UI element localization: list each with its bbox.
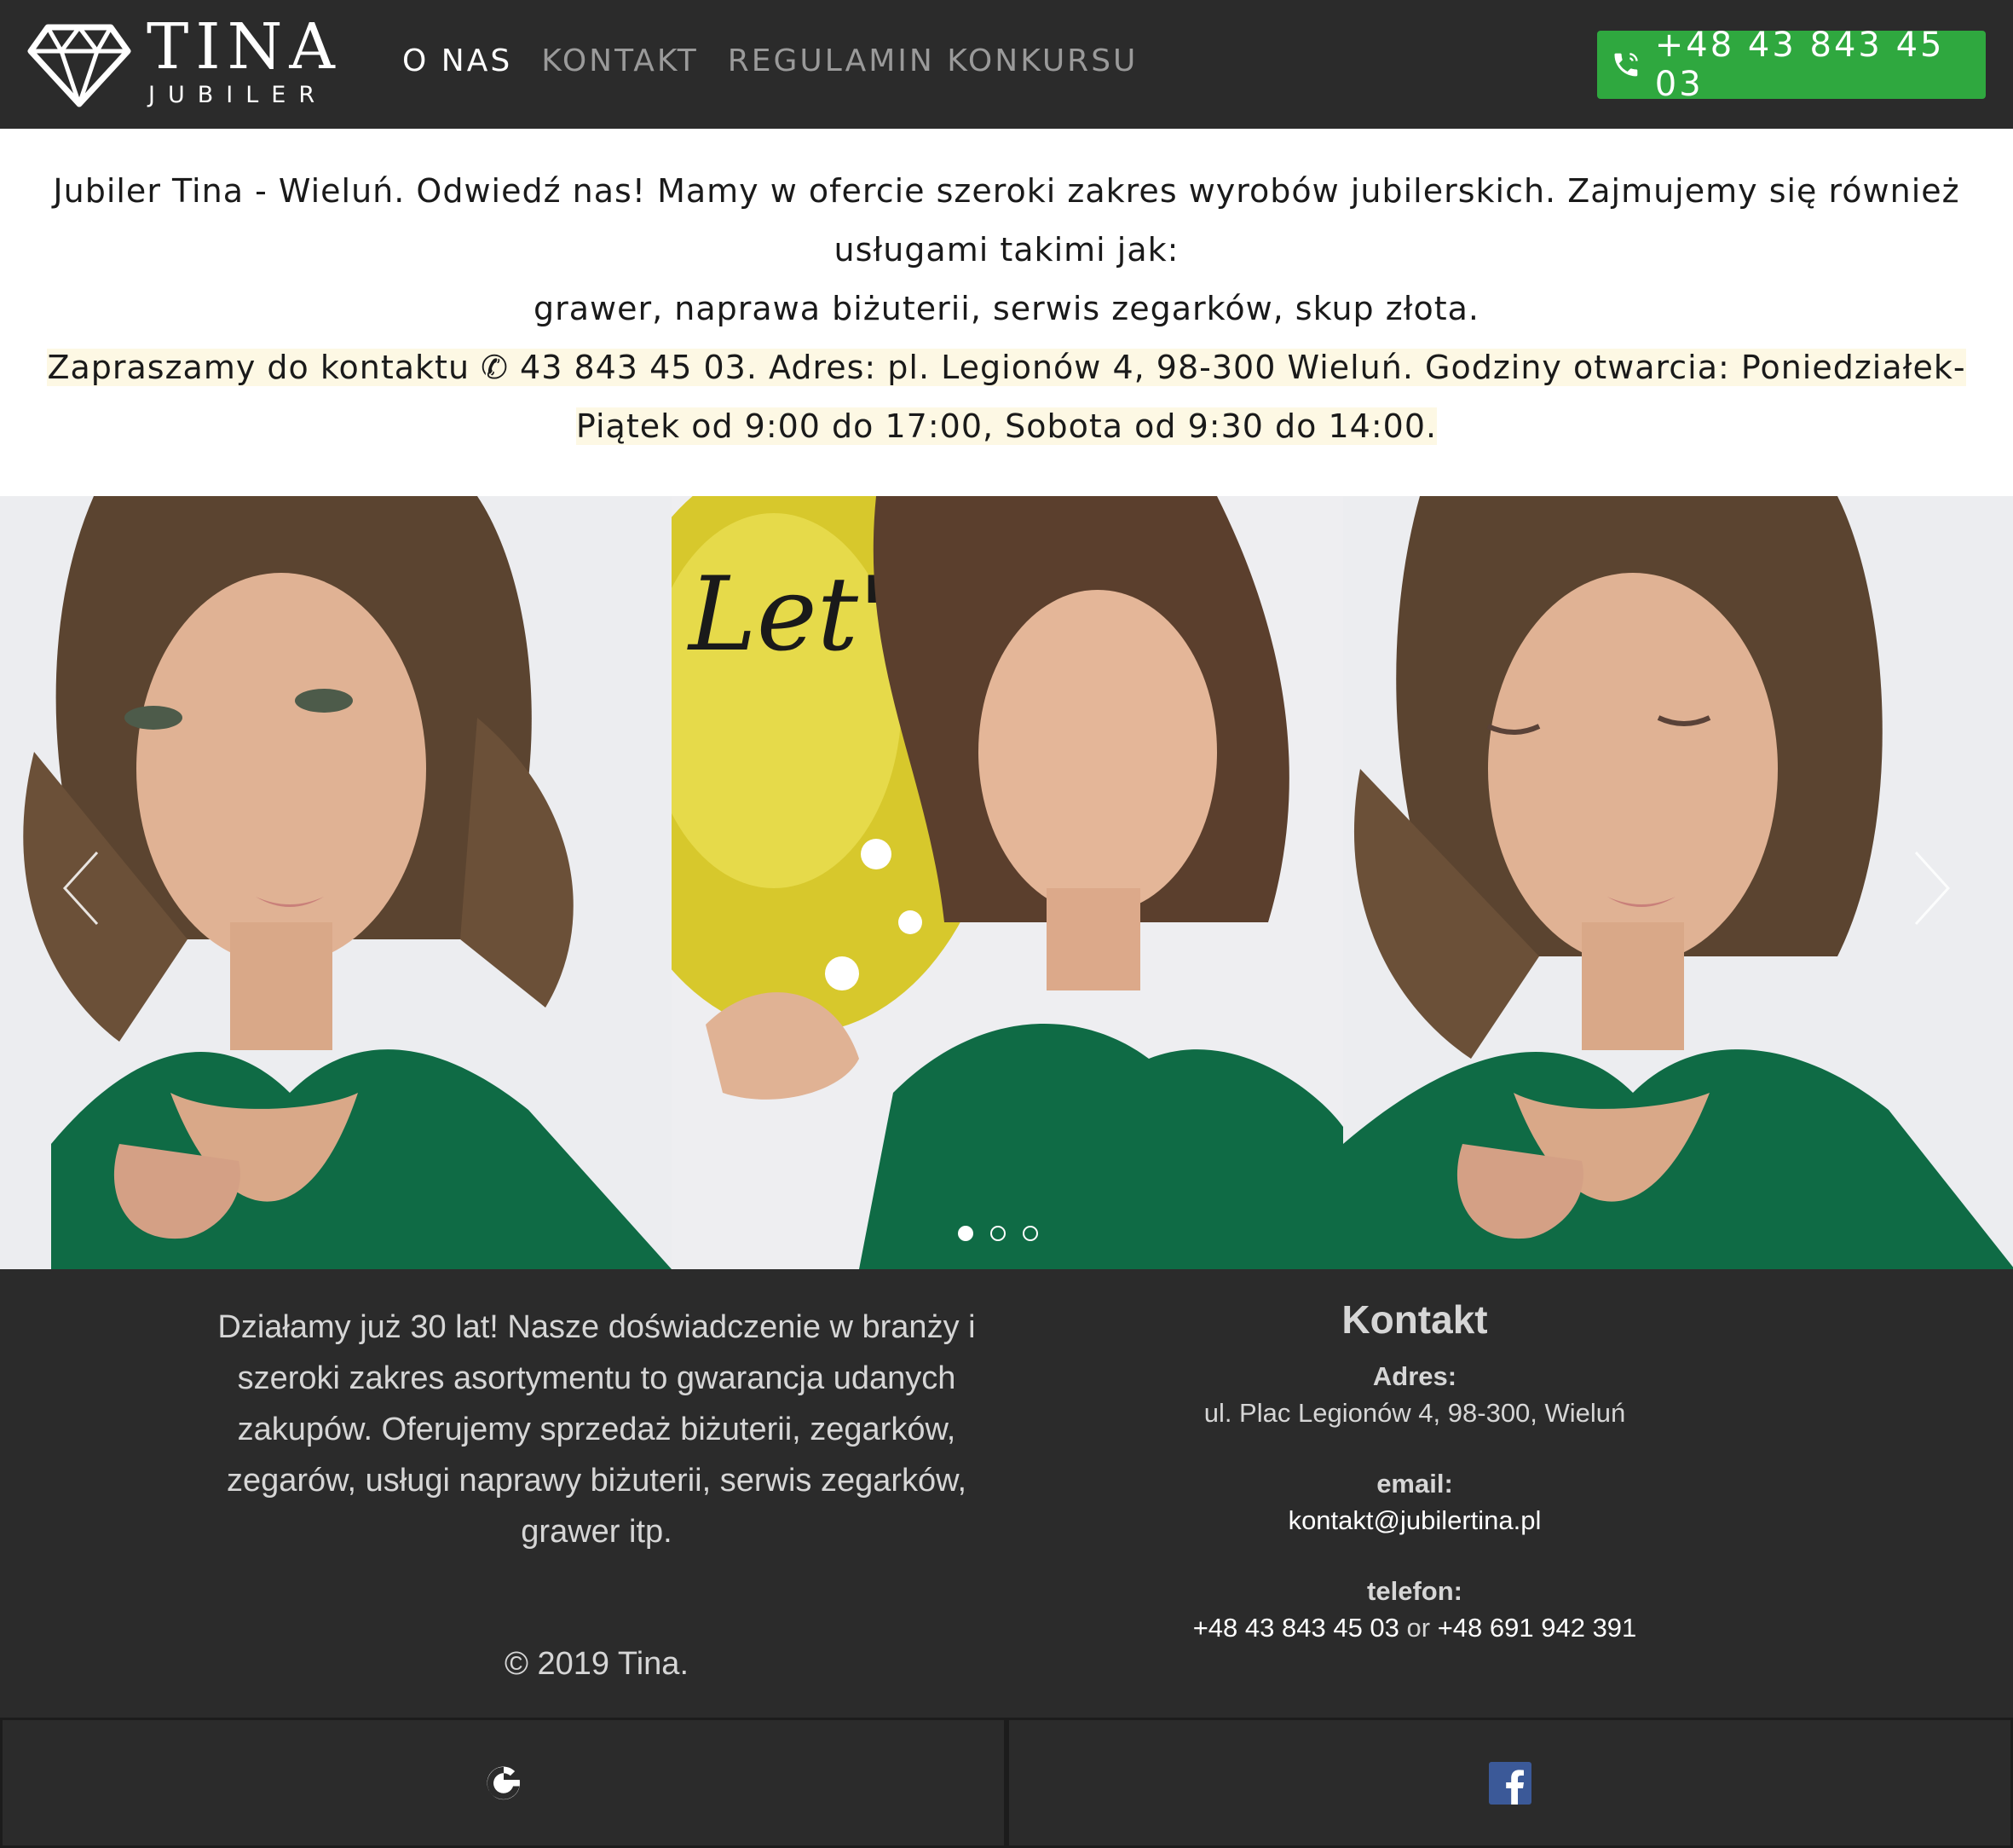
social-bar <box>0 1718 2013 1848</box>
carousel-prev-arrow[interactable] <box>56 846 107 931</box>
image-carousel[interactable]: Let's Party <box>0 496 2013 1269</box>
google-icon <box>487 1766 520 1799</box>
diamond-icon <box>27 24 131 107</box>
nav-item-o-nas[interactable]: O NAS <box>402 44 512 78</box>
balloon-photo: Let's Party <box>672 496 1343 1269</box>
copyright-text: © 2019 Tina. <box>504 1646 689 1682</box>
services-text: grawer, naprawa biżuterii, serwis zegark… <box>534 290 1479 327</box>
nav-item-regulamin-konkursu[interactable]: REGULAMIN KONKURSU <box>728 44 1139 78</box>
carousel-dot-1[interactable] <box>958 1226 973 1241</box>
facebook-icon <box>1488 1761 1531 1805</box>
site-header: TINA JUBILER O NAS KONTAKT REGULAMIN KON… <box>0 0 2013 129</box>
facebook-button[interactable] <box>1006 1718 2013 1848</box>
main-nav: O NAS KONTAKT REGULAMIN KONKURSU <box>402 44 1138 78</box>
contact-title: Kontakt <box>1341 1297 1488 1342</box>
intro-text: Jubiler Tina - Wieluń. Odwiedź nas! Mamy… <box>53 172 1960 269</box>
phone-button[interactable]: +48 43 843 45 03 <box>1597 26 1986 104</box>
contact-info-highlight: Zapraszamy do kontaktu ✆ 43 843 45 03. A… <box>47 349 1966 445</box>
phone-label: telefon: <box>1367 1576 1462 1606</box>
phone-button-label: +48 43 843 45 03 <box>1654 26 1945 104</box>
contact-block: Kontakt Adres: ul. Plac Legionów 4, 98-3… <box>1108 1296 1722 1682</box>
brand-name: TINA <box>147 10 342 84</box>
phone-or-text: or <box>1399 1613 1438 1643</box>
carousel-slide-2: Let's Party <box>672 496 1343 1269</box>
intro-section: Jubiler Tina - Wieluń. Odwiedź nas! Mamy… <box>34 162 1979 456</box>
nav-item-kontakt[interactable]: KONTAKT <box>541 44 699 78</box>
phone-icon <box>1614 53 1638 77</box>
address-value: ul. Plac Legionów 4, 98-300, Wieluń <box>1203 1398 1626 1428</box>
carousel-dot-3[interactable] <box>1023 1226 1038 1241</box>
about-text: Działamy już 30 lat! Nasze doświadczenie… <box>217 1309 976 1550</box>
email-label: email: <box>1376 1469 1453 1499</box>
carousel-next-arrow[interactable] <box>1906 846 1957 931</box>
email-link[interactable]: kontakt@jubilertina.pl <box>1289 1505 1542 1535</box>
google-button[interactable] <box>0 1718 1006 1848</box>
phone-link-1[interactable]: +48 43 843 45 03 <box>1193 1613 1399 1643</box>
address-label: Adres: <box>1372 1361 1457 1391</box>
site-footer: Działamy już 30 lat! Nasze doświadczenie… <box>0 1269 2013 1718</box>
brand-logo[interactable]: TINA JUBILER <box>27 15 341 111</box>
brand-tagline: JUBILER <box>148 82 328 108</box>
carousel-indicators <box>958 1226 1038 1241</box>
carousel-dot-2[interactable] <box>990 1226 1006 1241</box>
phone-link-2[interactable]: +48 691 942 391 <box>1438 1613 1637 1643</box>
